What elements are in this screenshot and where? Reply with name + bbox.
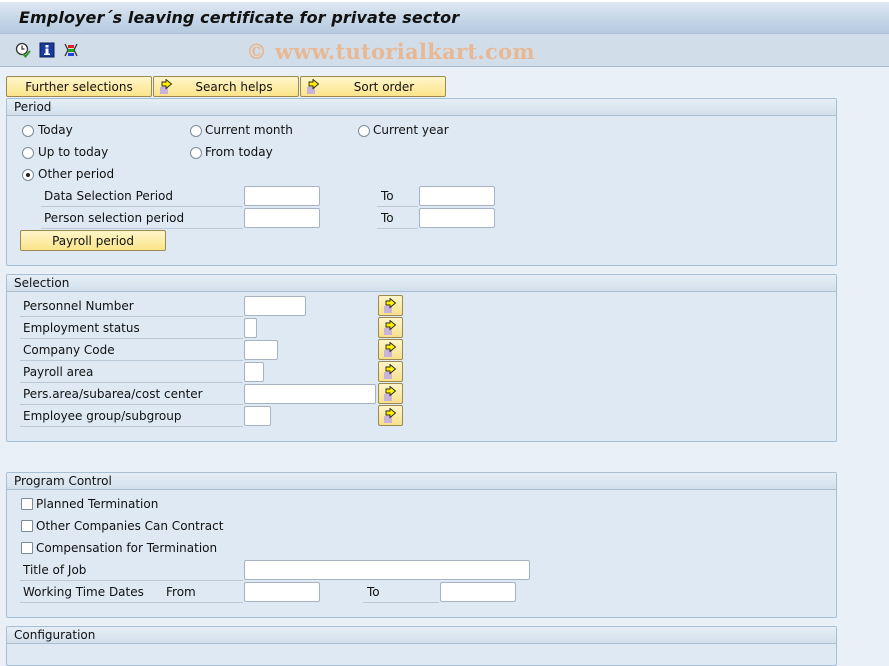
selection-group-title: Selection [7, 275, 836, 292]
program-control-group-title: Program Control [7, 473, 836, 490]
compensation-termination-checkbox[interactable] [21, 542, 33, 554]
configuration-group: Configuration [6, 626, 837, 666]
working-time-to-label: To [367, 585, 380, 599]
company-code-multiple-selection-button[interactable] [378, 339, 403, 360]
person-selection-to-label: To [381, 211, 394, 225]
sort-order-label: Sort order [353, 79, 415, 94]
employee-group-input[interactable] [244, 406, 271, 426]
arrow-right-icon [384, 364, 397, 379]
arrow-right-icon [384, 408, 397, 423]
data-selection-to-input[interactable] [419, 186, 495, 206]
working-time-from-input[interactable] [244, 582, 320, 602]
working-time-from-label: From [166, 585, 196, 599]
data-selection-period-label: Data Selection Period [44, 189, 173, 203]
other-companies-label: Other Companies Can Contract [36, 519, 224, 533]
label-underline [41, 228, 243, 229]
radio-current-month-label: Current month [205, 123, 293, 137]
label-underline [20, 602, 243, 603]
payroll-area-input[interactable] [244, 362, 264, 382]
payroll-period-label: Payroll period [52, 233, 134, 248]
person-selection-period-label: Person selection period [44, 211, 185, 225]
title-bar: Employer´s leaving certificate for priva… [0, 0, 889, 34]
radio-up-to-today[interactable] [22, 147, 34, 159]
radio-current-month[interactable] [190, 125, 202, 137]
radio-from-today[interactable] [190, 147, 202, 159]
employee-group-label: Employee group/subgroup [23, 409, 182, 423]
data-selection-to-label: To [381, 189, 394, 203]
label-underline [20, 426, 243, 427]
radio-up-to-today-label: Up to today [38, 145, 109, 159]
working-time-dates-label: Working Time Dates [23, 585, 144, 599]
label-underline [363, 602, 439, 603]
payroll-area-label: Payroll area [23, 365, 94, 379]
watermark: © www.tutorialkart.com [246, 39, 535, 64]
employment-status-input[interactable] [244, 318, 257, 338]
further-selections-button[interactable]: Further selections [6, 76, 152, 97]
sort-order-button[interactable]: Sort order [300, 76, 446, 97]
execute-clock-icon[interactable] [15, 42, 31, 58]
other-companies-checkbox[interactable] [21, 520, 33, 532]
radio-current-year-label: Current year [373, 123, 449, 137]
info-icon[interactable] [39, 42, 55, 58]
employee-group-multiple-selection-button[interactable] [378, 405, 403, 426]
title-of-job-label: Title of Job [23, 563, 87, 577]
pers-area-input[interactable] [244, 384, 376, 404]
planned-termination-checkbox[interactable] [21, 498, 33, 510]
application-toolbar: © www.tutorialkart.com [0, 34, 889, 67]
radio-today[interactable] [22, 125, 34, 137]
personnel-number-label: Personnel Number [23, 299, 134, 313]
label-underline [20, 316, 243, 317]
arrow-right-icon [306, 78, 320, 98]
working-time-to-input[interactable] [440, 582, 516, 602]
payroll-area-multiple-selection-button[interactable] [378, 361, 403, 382]
personnel-number-input[interactable] [244, 296, 306, 316]
employment-status-label: Employment status [23, 321, 140, 335]
label-underline [20, 338, 243, 339]
further-selections-label: Further selections [25, 79, 133, 94]
label-underline [20, 404, 243, 405]
page-title: Employer´s leaving certificate for priva… [19, 8, 460, 27]
search-helps-label: Search helps [195, 79, 273, 94]
arrow-right-icon [384, 342, 397, 357]
radio-today-label: Today [38, 123, 73, 137]
selection-options-icon[interactable] [63, 42, 79, 58]
search-helps-button[interactable]: Search helps [153, 76, 299, 97]
data-selection-from-input[interactable] [244, 186, 320, 206]
arrow-right-icon [384, 320, 397, 335]
person-selection-to-input[interactable] [419, 208, 495, 228]
compensation-termination-label: Compensation for Termination [36, 541, 218, 555]
arrow-right-icon [384, 298, 397, 313]
configuration-group-title: Configuration [7, 627, 836, 644]
employment-status-multiple-selection-button[interactable] [378, 317, 403, 338]
company-code-label: Company Code [23, 343, 115, 357]
label-underline [20, 360, 243, 361]
planned-termination-label: Planned Termination [36, 497, 159, 511]
personnel-number-multiple-selection-button[interactable] [378, 295, 403, 316]
label-underline [41, 206, 243, 207]
radio-from-today-label: From today [205, 145, 273, 159]
radio-current-year[interactable] [358, 125, 370, 137]
pers-area-label: Pers.area/subarea/cost center [23, 387, 203, 401]
label-underline [20, 382, 243, 383]
label-underline [20, 580, 243, 581]
radio-other-period[interactable] [22, 169, 34, 181]
company-code-input[interactable] [244, 340, 278, 360]
title-of-job-input[interactable] [244, 560, 530, 580]
radio-other-period-label: Other period [38, 167, 115, 181]
label-underline [377, 206, 418, 207]
person-selection-from-input[interactable] [244, 208, 320, 228]
label-underline [377, 228, 418, 229]
arrow-right-icon [159, 78, 173, 98]
period-group-title: Period [7, 99, 836, 116]
pers-area-multiple-selection-button[interactable] [378, 383, 403, 404]
payroll-period-button[interactable]: Payroll period [20, 230, 166, 251]
arrow-right-icon [384, 386, 397, 401]
